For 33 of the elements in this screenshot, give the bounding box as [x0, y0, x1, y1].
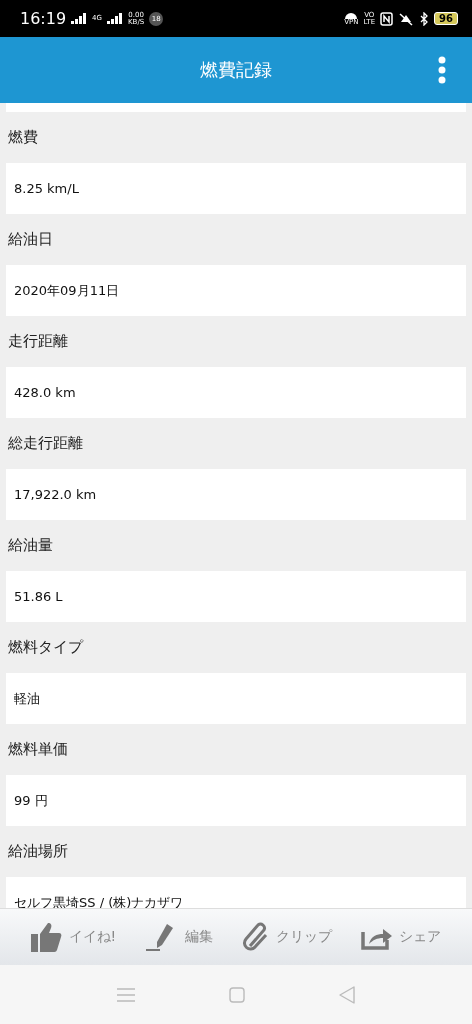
field-label: 走行距離 — [7, 331, 69, 352]
field-label: 給油量 — [7, 535, 54, 556]
bluetooth-icon — [419, 11, 430, 26]
field-label: 燃料単価 — [7, 739, 69, 760]
field-label: 給油日 — [7, 229, 54, 250]
field-label: 総走行距離 — [7, 433, 84, 454]
value-field: 17,922.0 km — [6, 469, 466, 520]
field-label: 給油場所 — [7, 841, 69, 862]
signal-icon — [71, 13, 88, 24]
field-label: 燃料タイプ — [7, 637, 85, 658]
field-label: 燃費 — [7, 127, 39, 148]
home-icon[interactable] — [229, 986, 245, 1003]
screen-title: 燃費記録 — [200, 58, 272, 82]
signal-icon — [107, 13, 123, 24]
menu-icon[interactable] — [117, 987, 135, 1002]
more-menu-icon[interactable] — [438, 56, 446, 84]
clock-time: 16:19 — [20, 9, 67, 28]
nfc-icon — [380, 11, 394, 26]
battery-level: 96 — [434, 12, 458, 25]
thumbs-up-icon — [30, 922, 63, 952]
value-field: セルフ黒埼SS / (株)ナカザワ — [6, 877, 466, 908]
back-icon[interactable] — [339, 985, 355, 1004]
toolbar-button[interactable]: イイね! — [26, 920, 121, 954]
value-field: 428.0 km — [6, 367, 466, 418]
value-field: 軽油 — [6, 673, 466, 724]
toolbar-button[interactable]: クリップ — [238, 920, 337, 954]
value-field: 99 円 — [6, 775, 466, 826]
mute-icon — [398, 11, 415, 26]
toolbar-button[interactable]: 編集 — [141, 920, 218, 954]
value-field: 51.86 L — [6, 571, 466, 622]
value-field: 2020年09月11日 — [6, 265, 466, 316]
value-field: 8.25 km/L — [6, 163, 466, 214]
toolbar-button[interactable]: シェア — [357, 922, 446, 952]
